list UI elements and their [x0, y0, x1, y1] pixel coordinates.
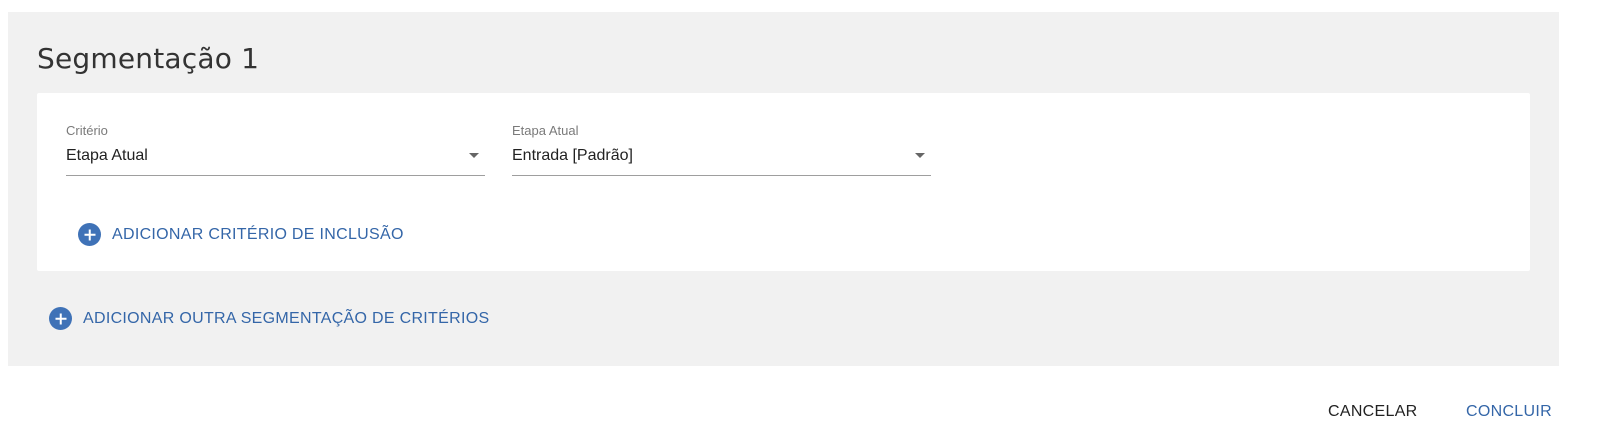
- caret-down-icon: [469, 153, 479, 158]
- segment-panel: Segmentação 1 Critério Etapa Atual Etapa…: [8, 12, 1559, 366]
- criteria-card: Critério Etapa Atual Etapa Atual Entrada…: [37, 93, 1530, 271]
- caret-down-icon: [915, 153, 925, 158]
- cancel-button[interactable]: CANCELAR: [1328, 403, 1418, 421]
- confirm-button[interactable]: CONCLUIR: [1466, 403, 1552, 421]
- add-segmentation-label: ADICIONAR OUTRA SEGMENTAÇÃO DE CRITÉRIOS: [83, 309, 490, 327]
- current-stage-value: Entrada [Padrão]: [512, 147, 633, 164]
- plus-circle-icon: [49, 307, 72, 330]
- criterion-select[interactable]: Critério Etapa Atual: [66, 123, 485, 176]
- criterion-value: Etapa Atual: [66, 147, 148, 164]
- add-segmentation-button[interactable]: ADICIONAR OUTRA SEGMENTAÇÃO DE CRITÉRIOS: [49, 307, 489, 330]
- current-stage-select[interactable]: Etapa Atual Entrada [Padrão]: [512, 123, 931, 176]
- segment-title: Segmentação 1: [37, 42, 260, 75]
- plus-circle-icon: [78, 223, 101, 246]
- add-inclusion-criterion-button[interactable]: ADICIONAR CRITÉRIO DE INCLUSÃO: [78, 223, 404, 246]
- current-stage-label: Etapa Atual: [512, 123, 579, 138]
- criterion-label: Critério: [66, 123, 108, 138]
- add-inclusion-criterion-label: ADICIONAR CRITÉRIO DE INCLUSÃO: [112, 225, 404, 243]
